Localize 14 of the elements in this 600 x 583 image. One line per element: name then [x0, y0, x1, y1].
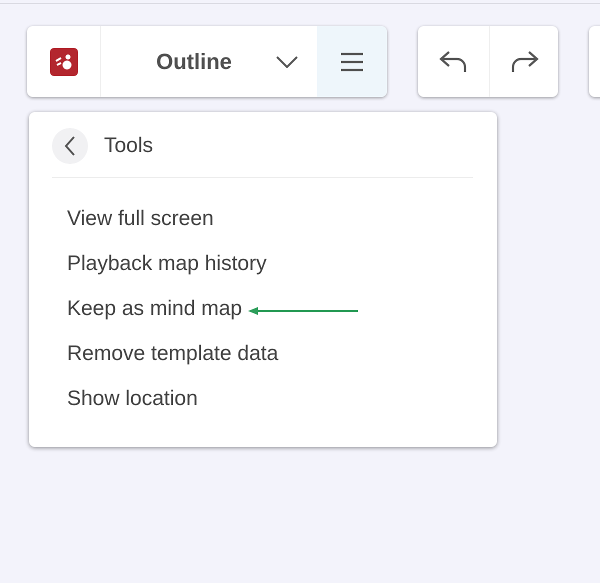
- menu-item[interactable]: Playback map history: [67, 251, 267, 276]
- menu-title: Tools: [104, 132, 154, 159]
- menu-item[interactable]: Remove template data: [67, 341, 278, 366]
- back-icon: [64, 136, 76, 156]
- menu-item[interactable]: Show location: [67, 386, 198, 411]
- back-button[interactable]: [52, 128, 88, 164]
- menu-button[interactable]: [317, 26, 387, 97]
- app-logo-icon: [50, 48, 78, 76]
- redo-icon: [509, 50, 539, 74]
- menu-item[interactable]: Keep as mind map: [67, 296, 242, 321]
- chevron-down-icon: [276, 56, 298, 68]
- menu-item[interactable]: View full screen: [67, 206, 214, 231]
- undo-icon: [438, 50, 468, 74]
- menu-icon: [340, 52, 364, 72]
